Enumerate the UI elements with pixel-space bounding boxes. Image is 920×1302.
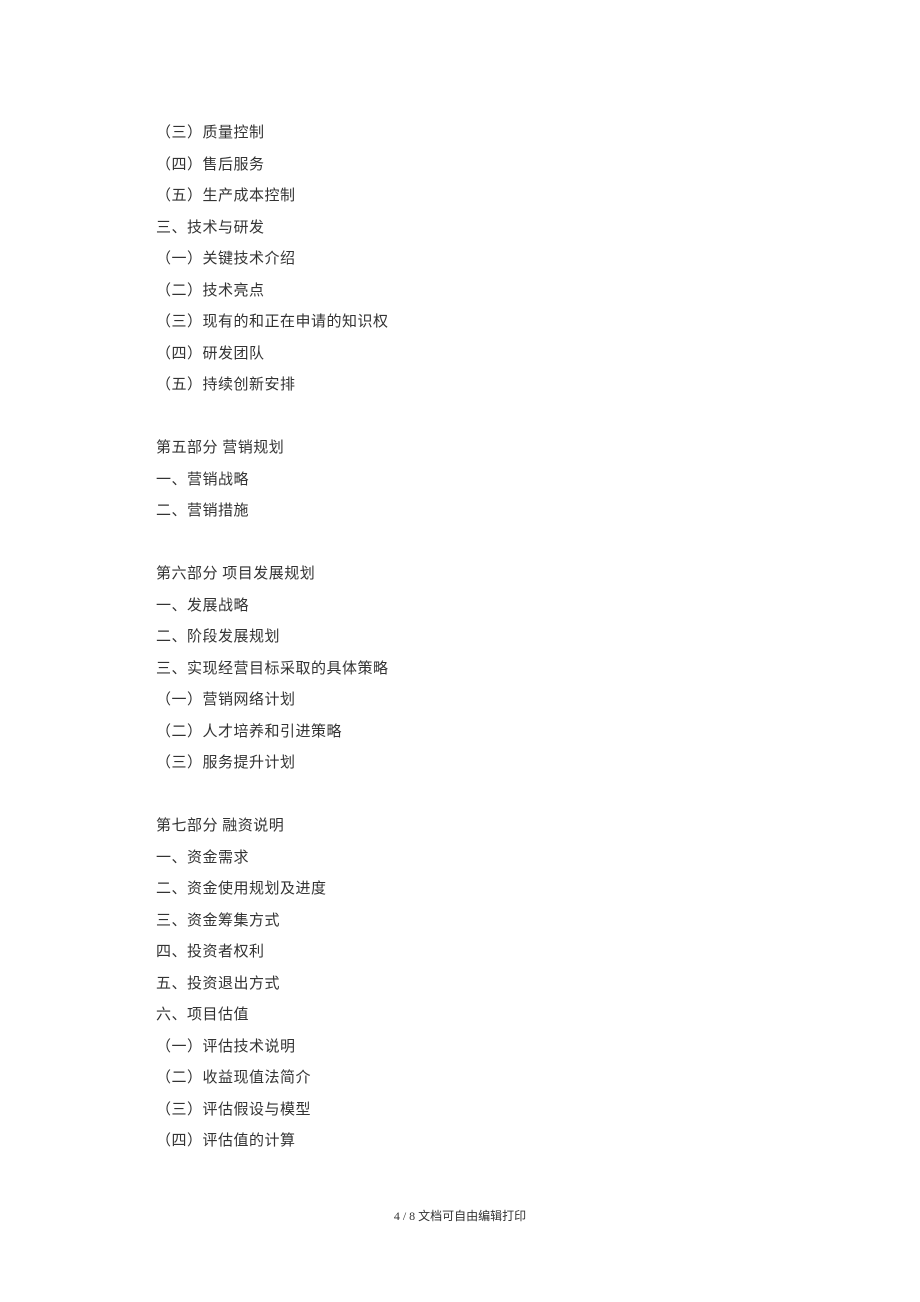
outline-line: 三、实现经营目标采取的具体策略 <box>156 654 766 686</box>
outline-line: （二）收益现值法简介 <box>156 1063 766 1095</box>
outline-line: 一、营销战略 <box>156 465 766 497</box>
blank-line <box>156 528 766 560</box>
outline-line: （三）服务提升计划 <box>156 748 766 780</box>
outline-line: 第五部分 营销规划 <box>156 433 766 465</box>
outline-line: 三、技术与研发 <box>156 213 766 245</box>
outline-line: （五）持续创新安排 <box>156 370 766 402</box>
outline-line: 第七部分 融资说明 <box>156 811 766 843</box>
blank-line <box>156 780 766 812</box>
outline-line: 一、发展战略 <box>156 591 766 623</box>
outline-line: （四）售后服务 <box>156 150 766 182</box>
outline-line: （二）人才培养和引进策略 <box>156 717 766 749</box>
document-content: （三）质量控制 （四）售后服务 （五）生产成本控制 三、技术与研发 （一）关键技… <box>156 118 766 1158</box>
outline-line: （一）关键技术介绍 <box>156 244 766 276</box>
blank-line <box>156 402 766 434</box>
outline-line: 五、投资退出方式 <box>156 969 766 1001</box>
outline-line: 一、资金需求 <box>156 843 766 875</box>
page-footer: 4 / 8 文档可自由编辑打印 <box>0 1207 920 1224</box>
outline-line: （四）评估值的计算 <box>156 1126 766 1158</box>
outline-line: （三）质量控制 <box>156 118 766 150</box>
outline-line: （二）技术亮点 <box>156 276 766 308</box>
outline-line: 二、营销措施 <box>156 496 766 528</box>
outline-line: （三）现有的和正在申请的知识权 <box>156 307 766 339</box>
outline-line: （一）营销网络计划 <box>156 685 766 717</box>
outline-line: （一）评估技术说明 <box>156 1032 766 1064</box>
outline-line: 第六部分 项目发展规划 <box>156 559 766 591</box>
outline-line: （三）评估假设与模型 <box>156 1095 766 1127</box>
outline-line: 二、资金使用规划及进度 <box>156 874 766 906</box>
outline-line: （四）研发团队 <box>156 339 766 371</box>
outline-line: 三、资金筹集方式 <box>156 906 766 938</box>
outline-line: 二、阶段发展规划 <box>156 622 766 654</box>
outline-line: 六、项目估值 <box>156 1000 766 1032</box>
outline-line: 四、投资者权利 <box>156 937 766 969</box>
outline-line: （五）生产成本控制 <box>156 181 766 213</box>
